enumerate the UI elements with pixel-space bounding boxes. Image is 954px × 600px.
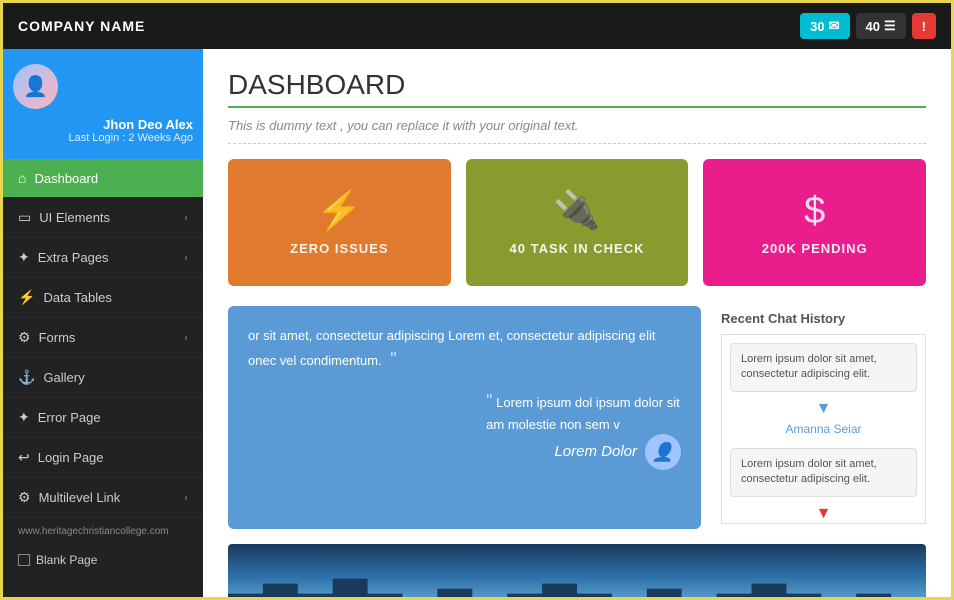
bottom-row: or sit amet, consectetur adipiscing Lore… [228, 306, 926, 529]
ui-arrow-icon: ‹ [184, 212, 188, 224]
stat-card-issues[interactable]: ⚡ ZERO ISSUES [228, 159, 451, 286]
sidebar-item-login-left: ↩ Login Page [18, 449, 104, 466]
sidebar-item-extra-left: ✦ Extra Pages [18, 249, 109, 266]
sidebar-url: www.heritagechristiancollege.com [3, 518, 203, 545]
chat-sender-1: Amanna Seiar [722, 418, 925, 440]
chat-panel: Recent Chat History Lorem ipsum dolor si… [716, 306, 926, 529]
chat-arrow-1: ▼ [722, 400, 925, 418]
sidebar-item-dashboard-left: ⌂ Dashboard [18, 170, 98, 186]
sidebar-item-error-left: ✦ Error Page [18, 409, 101, 426]
forms-arrow-icon: ‹ [184, 332, 188, 344]
sidebar-item-multilevel-left: ⚙ Multilevel Link [18, 489, 120, 506]
nav-icons: 30 ✉ 40 ☰ ! [800, 13, 936, 39]
chat-title: Recent Chat History [721, 311, 926, 326]
tasks-icon: 🔌 [553, 189, 600, 233]
stat-card-pending-label: 200K PENDING [762, 241, 868, 256]
testimonial-card: or sit amet, consectetur adipiscing Lore… [228, 306, 701, 529]
chat-bubble-2: Lorem ipsum dolor sit amet, consectetur … [730, 448, 917, 497]
sidebar-item-dashboard-label: Dashboard [34, 171, 98, 186]
blank-page-label: Blank Page [36, 553, 97, 567]
building-silhouette [228, 574, 926, 597]
content-area: DASHBOARD This is dummy text , you can r… [203, 49, 951, 597]
sidebar-item-forms-label: Forms [39, 330, 76, 345]
sidebar-profile: 👤 Jhon Deo Alex Last Login : 2 Weeks Ago [3, 49, 203, 159]
ui-icon: ▭ [18, 209, 31, 226]
task-count: 40 [866, 19, 880, 34]
city-image [228, 544, 926, 597]
sidebar-item-extra-label: Extra Pages [38, 250, 109, 265]
issues-icon: ⚡ [316, 189, 363, 233]
quote-right-icon: " [390, 346, 396, 373]
top-nav: COMPANY NAME 30 ✉ 40 ☰ ! [3, 3, 951, 49]
stat-card-issues-label: ZERO ISSUES [290, 241, 388, 256]
task-badge[interactable]: 40 ☰ [856, 13, 906, 39]
sidebar-item-dashboard[interactable]: ⌂ Dashboard [3, 159, 203, 198]
bottom-area [228, 544, 926, 597]
sidebar-item-ui-label: UI Elements [39, 210, 110, 225]
sidebar-item-error[interactable]: ✦ Error Page [3, 398, 203, 438]
main-layout: 👤 Jhon Deo Alex Last Login : 2 Weeks Ago… [3, 49, 951, 597]
testimonial-right-text: " Lorem ipsum dol ipsum dolor sit am mol… [486, 388, 681, 435]
sidebar-item-tables-left: ⚡ Data Tables [18, 289, 112, 306]
sidebar-item-gallery-left: ⚓ Gallery [18, 369, 85, 386]
forms-icon: ⚙ [18, 329, 31, 346]
sidebar-item-login-label: Login Page [38, 450, 104, 465]
sidebar-item-multilevel[interactable]: ⚙ Multilevel Link ‹ [3, 478, 203, 518]
avatar: 👤 [13, 64, 58, 109]
multilevel-arrow-icon: ‹ [184, 492, 188, 504]
sidebar: 👤 Jhon Deo Alex Last Login : 2 Weeks Ago… [3, 49, 203, 597]
stat-card-tasks[interactable]: 🔌 40 TASK IN CHECK [466, 159, 689, 286]
testimonial-author: Lorem Dolor 👤 [248, 434, 681, 470]
testimonial-left: or sit amet, consectetur adipiscing Lore… [248, 328, 656, 368]
testimonial-right: Lorem ipsum dol ipsum dolor sit am moles… [486, 395, 680, 432]
sidebar-item-tables[interactable]: ⚡ Data Tables [3, 278, 203, 318]
sidebar-item-tables-label: Data Tables [43, 290, 111, 305]
chat-arrow-2: ▼ [722, 505, 925, 523]
chat-bubble-1: Lorem ipsum dolor sit amet, consectetur … [730, 343, 917, 392]
blank-checkbox-icon [18, 554, 30, 566]
sidebar-item-multilevel-label: Multilevel Link [39, 490, 121, 505]
mail-icon: ✉ [829, 18, 840, 34]
sidebar-item-forms[interactable]: ⚙ Forms ‹ [3, 318, 203, 358]
dashboard-icon: ⌂ [18, 170, 26, 186]
sidebar-item-gallery-label: Gallery [43, 370, 84, 385]
login-icon: ↩ [18, 449, 30, 466]
stat-card-pending[interactable]: $ 200K PENDING [703, 159, 926, 286]
testimonial-text: or sit amet, consectetur adipiscing Lore… [248, 326, 681, 373]
sidebar-blank-page[interactable]: Blank Page [3, 545, 203, 575]
sidebar-item-ui[interactable]: ▭ UI Elements ‹ [3, 198, 203, 238]
mail-count: 30 [810, 19, 824, 34]
sidebar-item-forms-left: ⚙ Forms [18, 329, 75, 346]
multilevel-icon: ⚙ [18, 489, 31, 506]
testimonial-author-name: Lorem Dolor [554, 441, 637, 464]
gallery-icon: ⚓ [18, 369, 35, 386]
avatar-image: 👤 [13, 64, 58, 109]
profile-last-login: Last Login : 2 Weeks Ago [68, 132, 193, 144]
sidebar-item-error-label: Error Page [38, 410, 101, 425]
company-name: COMPANY NAME [18, 18, 145, 34]
sidebar-item-login[interactable]: ↩ Login Page [3, 438, 203, 478]
stat-card-tasks-label: 40 TASK IN CHECK [510, 241, 645, 256]
page-title: DASHBOARD [228, 69, 926, 101]
error-icon: ✦ [18, 409, 30, 426]
chat-scroll[interactable]: Lorem ipsum dolor sit amet, consectetur … [721, 334, 926, 524]
list-icon: ☰ [884, 18, 896, 34]
profile-name: Jhon Deo Alex [103, 117, 193, 132]
extra-arrow-icon: ‹ [184, 252, 188, 264]
alert-icon: ! [922, 19, 926, 34]
mail-badge[interactable]: 30 ✉ [800, 13, 849, 39]
sidebar-item-ui-left: ▭ UI Elements [18, 209, 110, 226]
extra-icon: ✦ [18, 249, 30, 266]
pending-icon: $ [804, 190, 825, 233]
title-divider [228, 106, 926, 108]
sidebar-item-extra[interactable]: ✦ Extra Pages ‹ [3, 238, 203, 278]
sidebar-item-gallery[interactable]: ⚓ Gallery [3, 358, 203, 398]
tables-icon: ⚡ [18, 289, 35, 306]
alert-badge[interactable]: ! [912, 13, 936, 39]
stat-cards: ⚡ ZERO ISSUES 🔌 40 TASK IN CHECK $ 200K … [228, 159, 926, 286]
subtitle: This is dummy text , you can replace it … [228, 118, 926, 144]
quote-left-icon: " [486, 391, 492, 411]
author-avatar: 👤 [645, 434, 681, 470]
